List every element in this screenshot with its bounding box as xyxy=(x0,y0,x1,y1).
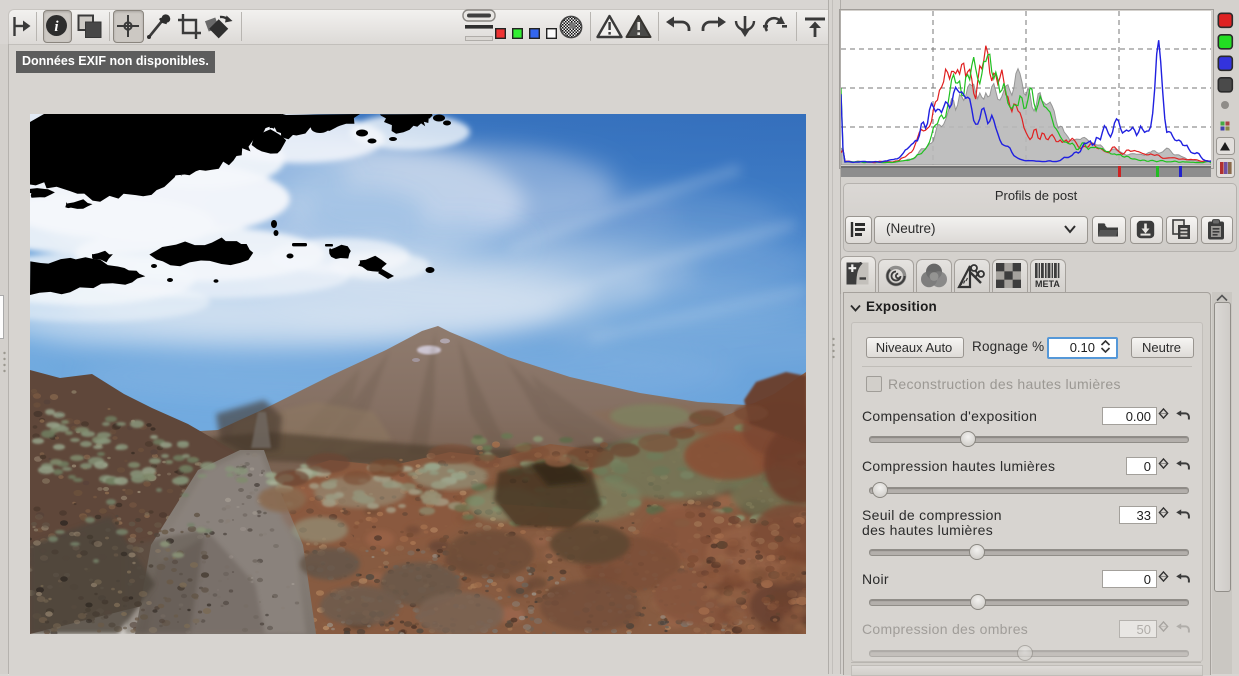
svg-text:META: META xyxy=(1035,279,1060,289)
